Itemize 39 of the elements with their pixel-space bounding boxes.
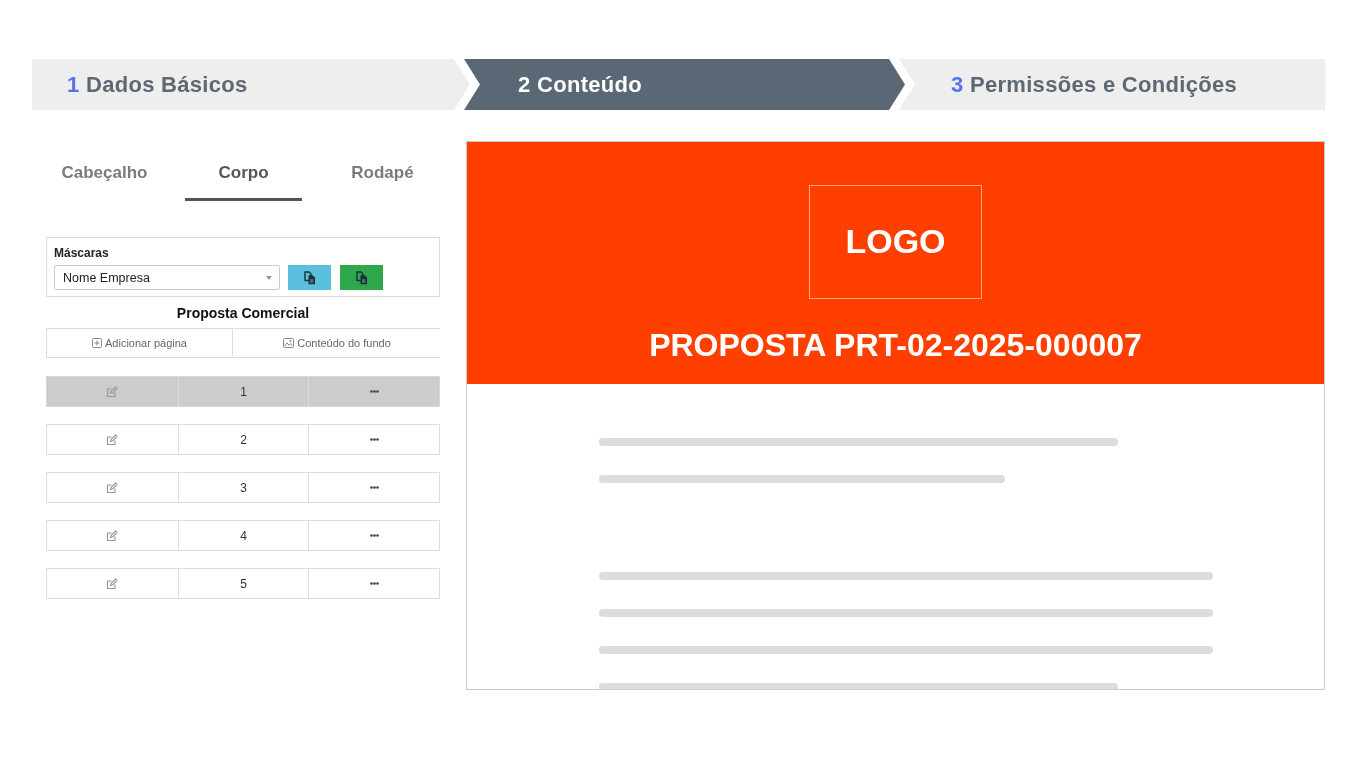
- logo-text: LOGO: [845, 223, 946, 259]
- page-row[interactable]: 3: [46, 472, 440, 503]
- page-number-cell: 5: [177, 569, 309, 598]
- section-tab[interactable]: Cabeçalho: [46, 150, 163, 201]
- step-tab[interactable]: 1 Dados Básicos: [32, 59, 470, 110]
- section-tab[interactable]: Corpo: [185, 150, 302, 201]
- edit-icon: [106, 529, 119, 542]
- mask-select[interactable]: Nome Empresa: [54, 265, 280, 290]
- page-number-cell: 4: [177, 521, 309, 550]
- page-number-cell: 1: [177, 377, 309, 406]
- page-row[interactable]: 4: [46, 520, 440, 551]
- copy-button[interactable]: [288, 265, 331, 290]
- page-number-cell: 3: [177, 473, 309, 502]
- step-tab[interactable]: 2 Conteúdo: [464, 59, 905, 110]
- dots-icon: [369, 486, 379, 489]
- dots-icon: [369, 582, 379, 585]
- documents-icon: [355, 270, 368, 285]
- proposal-title: PROPOSTA PRT-02-2025-000007: [649, 328, 1142, 362]
- edit-icon: [106, 481, 119, 494]
- page-number-cell: 2: [177, 425, 309, 454]
- image-icon: [283, 338, 295, 348]
- page-row[interactable]: 1: [46, 376, 440, 407]
- documents-icon: [303, 270, 316, 285]
- caret-icon: [266, 275, 272, 280]
- masks-label: Máscaras: [54, 246, 109, 260]
- dots-icon: [369, 390, 379, 393]
- dots-icon: [369, 534, 379, 537]
- page-row[interactable]: 2: [46, 424, 440, 455]
- section-tab[interactable]: Rodapé: [324, 150, 441, 201]
- page-row[interactable]: 5: [46, 568, 440, 599]
- copy-button[interactable]: [340, 265, 383, 290]
- edit-icon: [106, 433, 119, 446]
- background-content-button[interactable]: Conteúdo do fundo: [232, 329, 441, 357]
- edit-icon: [106, 385, 119, 398]
- step-tab[interactable]: 3 Permissões e Condições: [899, 59, 1325, 110]
- dots-icon: [369, 438, 379, 441]
- document-title: Proposta Comercial: [176, 305, 310, 321]
- edit-icon: [106, 577, 119, 590]
- plus-square-icon: [92, 338, 102, 348]
